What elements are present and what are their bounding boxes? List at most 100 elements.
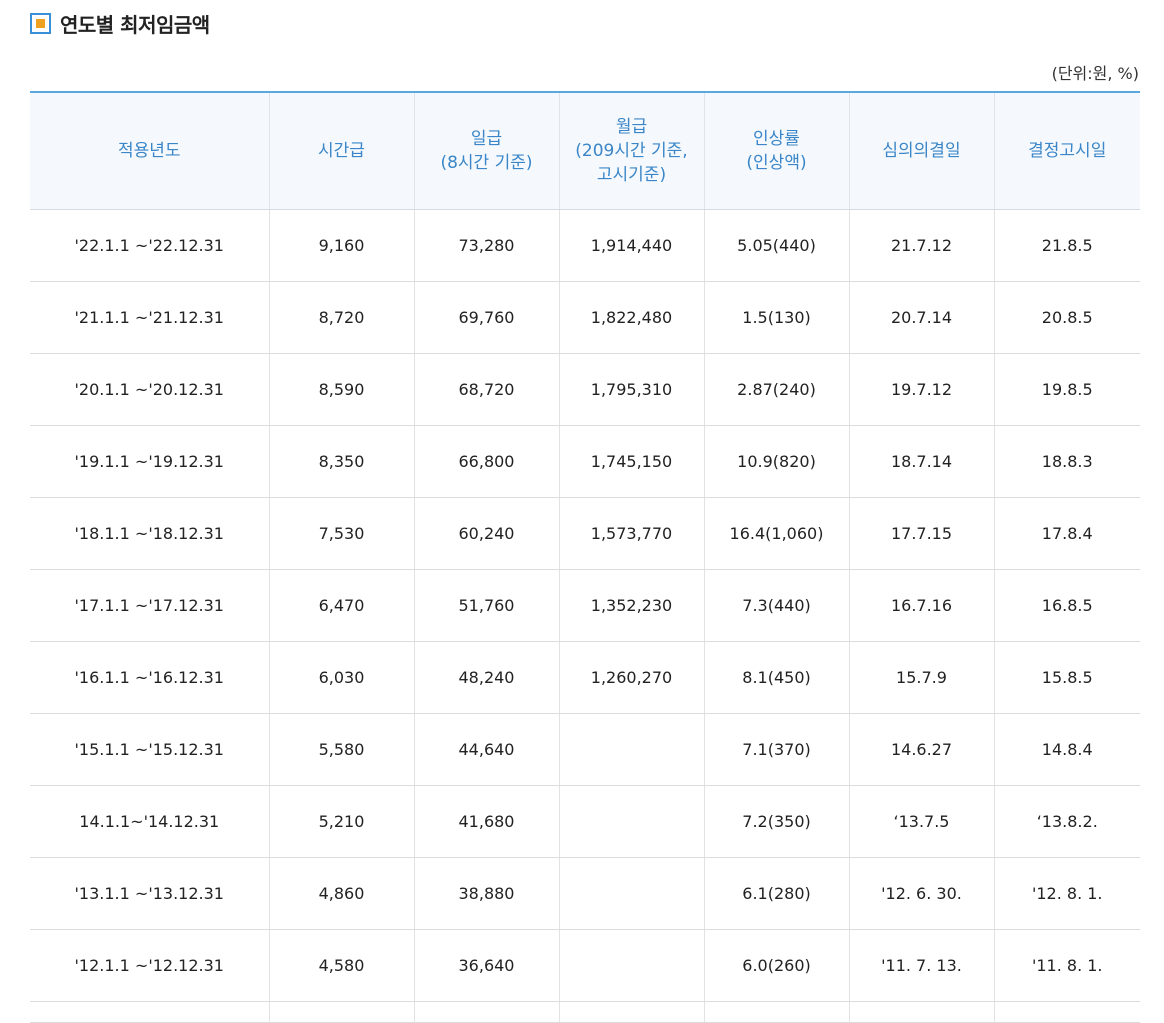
- cell-daily: 68,720: [414, 353, 560, 426]
- cell-resolution-date: '12. 6. 30.: [849, 857, 995, 930]
- cell-resolution-date: 17.7.15: [849, 497, 995, 570]
- page-title: 연도별 최저임금액: [60, 12, 210, 37]
- cell-monthly: 1,914,440: [559, 209, 705, 282]
- cell-hourly: 4,580: [269, 929, 415, 1002]
- table-cell: [704, 1001, 850, 1023]
- header-year: 적용년도: [30, 92, 270, 210]
- cell-daily: 38,880: [414, 857, 560, 930]
- header-resolution-date: 심의의결일: [849, 92, 995, 210]
- cell-resolution-date: ‘13.7.5: [849, 785, 995, 858]
- table-row: 14.1.1~'14.12.31 5,210 41,680 7.2(350) ‘13.7…: [30, 785, 1140, 858]
- cell-hourly: 9,160: [269, 209, 415, 282]
- table-cell: [414, 1001, 560, 1023]
- cell-notice-date: 14.8.4: [994, 713, 1140, 786]
- table-row: '12.1.1 ~'12.12.31 4,580 36,640 6.0(260) '11…: [30, 929, 1140, 1002]
- table-row: '17.1.1 ~'17.12.31 6,470 51,760 1,352,230 7.…: [30, 569, 1140, 642]
- header-hourly: 시간급: [269, 92, 415, 210]
- section-heading: 연도별 최저임금액: [30, 9, 210, 37]
- table-row: '19.1.1 ~'19.12.31 8,350 66,800 1,745,150 10…: [30, 425, 1140, 498]
- minimum-wage-table: 적용년도 시간급 일급 (8시간 기준) 월급 (209시간 기준, 고시기준)…: [30, 91, 1140, 1023]
- cell-resolution-date: 15.7.9: [849, 641, 995, 714]
- cell-year: '19.1.1 ~'19.12.31: [30, 425, 270, 498]
- cell-monthly: [559, 857, 705, 930]
- cell-year: '12.1.1 ~'12.12.31: [30, 929, 270, 1002]
- cell-daily: 66,800: [414, 425, 560, 498]
- cell-resolution-date: 20.7.14: [849, 281, 995, 354]
- cell-daily: 44,640: [414, 713, 560, 786]
- square-bullet-icon: [30, 12, 51, 34]
- cell-increase-rate: 6.1(280): [704, 857, 850, 930]
- cell-increase-rate: 6.0(260): [704, 929, 850, 1002]
- cell-increase-rate: 8.1(450): [704, 641, 850, 714]
- cell-resolution-date: 18.7.14: [849, 425, 995, 498]
- cell-notice-date: '11. 8. 1.: [994, 929, 1140, 1002]
- cell-hourly: 8,720: [269, 281, 415, 354]
- cell-hourly: 5,580: [269, 713, 415, 786]
- cell-year: '20.1.1 ~'20.12.31: [30, 353, 270, 426]
- header-notice-date: 결정고시일: [994, 92, 1140, 210]
- cell-monthly: 1,573,770: [559, 497, 705, 570]
- cell-notice-date: '12. 8. 1.: [994, 857, 1140, 930]
- cell-year: '22.1.1 ~'22.12.31: [30, 209, 270, 282]
- cell-monthly: 1,795,310: [559, 353, 705, 426]
- cell-increase-rate: 1.5(130): [704, 281, 850, 354]
- cell-year: 14.1.1~'14.12.31: [30, 785, 270, 858]
- cell-notice-date: 17.8.4: [994, 497, 1140, 570]
- cell-daily: 41,680: [414, 785, 560, 858]
- cell-notice-date: 20.8.5: [994, 281, 1140, 354]
- cell-daily: 36,640: [414, 929, 560, 1002]
- table-row: '13.1.1 ~'13.12.31 4,860 38,880 6.1(280) '12…: [30, 857, 1140, 930]
- header-increase-rate: 인상률 (인상액): [704, 92, 850, 210]
- table-cell: [30, 1001, 270, 1023]
- cell-resolution-date: 16.7.16: [849, 569, 995, 642]
- cell-daily: 60,240: [414, 497, 560, 570]
- cell-monthly: 1,822,480: [559, 281, 705, 354]
- cell-monthly: 1,352,230: [559, 569, 705, 642]
- header-monthly: 월급 (209시간 기준, 고시기준): [559, 92, 705, 210]
- cell-resolution-date: 14.6.27: [849, 713, 995, 786]
- cell-increase-rate: 5.05(440): [704, 209, 850, 282]
- table-cell: [849, 1001, 995, 1023]
- cell-resolution-date: 19.7.12: [849, 353, 995, 426]
- cell-year: '21.1.1 ~'21.12.31: [30, 281, 270, 354]
- cell-increase-rate: 7.2(350): [704, 785, 850, 858]
- cell-monthly: [559, 713, 705, 786]
- cell-monthly: [559, 785, 705, 858]
- header-daily: 일급 (8시간 기준): [414, 92, 560, 210]
- table-cell: [269, 1001, 415, 1023]
- cell-hourly: 7,530: [269, 497, 415, 570]
- cell-year: '16.1.1 ~'16.12.31: [30, 641, 270, 714]
- table-row: '16.1.1 ~'16.12.31 6,030 48,240 1,260,270 8.…: [30, 641, 1140, 714]
- cell-year: '18.1.1 ~'18.12.31: [30, 497, 270, 570]
- cell-daily: 48,240: [414, 641, 560, 714]
- cell-hourly: 6,470: [269, 569, 415, 642]
- cell-year: '15.1.1 ~'15.12.31: [30, 713, 270, 786]
- cell-notice-date: 21.8.5: [994, 209, 1140, 282]
- unit-note: (단위:원, %): [1051, 64, 1139, 83]
- cell-year: '17.1.1 ~'17.12.31: [30, 569, 270, 642]
- cell-notice-date: ‘13.8.2.: [994, 785, 1140, 858]
- table-row: '22.1.1 ~'22.12.31 9,160 73,280 1,914,440 5.…: [30, 209, 1140, 282]
- cell-hourly: 6,030: [269, 641, 415, 714]
- table-cell: [994, 1001, 1140, 1023]
- cell-daily: 73,280: [414, 209, 560, 282]
- table-row: '21.1.1 ~'21.12.31 8,720 69,760 1,822,480 1.…: [30, 281, 1140, 354]
- cell-increase-rate: 2.87(240): [704, 353, 850, 426]
- cell-resolution-date: '11. 7. 13.: [849, 929, 995, 1002]
- cell-daily: 69,760: [414, 281, 560, 354]
- table-row: '18.1.1 ~'18.12.31 7,530 60,240 1,573,770 16…: [30, 497, 1140, 570]
- cell-daily: 51,760: [414, 569, 560, 642]
- cell-notice-date: 18.8.3: [994, 425, 1140, 498]
- cell-resolution-date: 21.7.12: [849, 209, 995, 282]
- cell-hourly: 8,350: [269, 425, 415, 498]
- cell-increase-rate: 10.9(820): [704, 425, 850, 498]
- cell-monthly: [559, 929, 705, 1002]
- cell-monthly: 1,260,270: [559, 641, 705, 714]
- cell-increase-rate: 16.4(1,060): [704, 497, 850, 570]
- cell-year: '13.1.1 ~'13.12.31: [30, 857, 270, 930]
- table-row: '20.1.1 ~'20.12.31 8,590 68,720 1,795,310 2.…: [30, 353, 1140, 426]
- cell-hourly: 4,860: [269, 857, 415, 930]
- table-cell: [559, 1001, 705, 1023]
- cell-monthly: 1,745,150: [559, 425, 705, 498]
- table-row: '15.1.1 ~'15.12.31 5,580 44,640 7.1(370) 14.…: [30, 713, 1140, 786]
